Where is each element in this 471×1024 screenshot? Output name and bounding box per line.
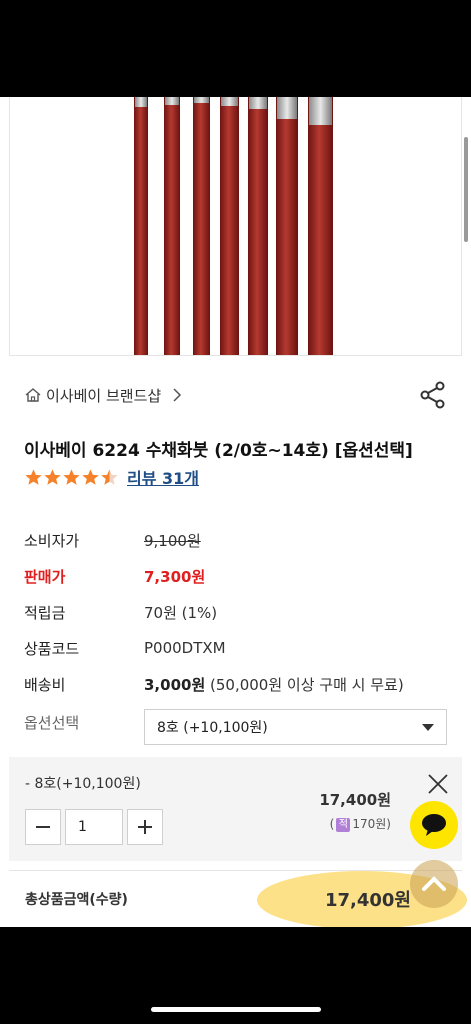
product-image [9, 97, 462, 356]
star-icon [82, 468, 99, 485]
selected-option-box: - 8호(+10,100원) 1 17,400원 (적 170원) [9, 757, 462, 861]
option-row: 옵션선택 8호 (+10,100원) [24, 709, 447, 745]
shipping-value: 3,000원 (50,000원 이상 구매 시 무료) [144, 674, 404, 695]
star-rating [24, 468, 119, 487]
close-icon[interactable] [427, 773, 449, 795]
star-icon [25, 468, 42, 485]
quantity-increase-button[interactable] [127, 809, 163, 845]
product-code-value: P000DTXM [144, 639, 226, 657]
caret-down-icon [422, 723, 434, 731]
quantity-stepper: 1 [25, 809, 163, 845]
home-icon [25, 388, 41, 402]
total-label: 총상품금액(수량) [25, 892, 128, 908]
product-code-row: 상품코드 P000DTXM [24, 630, 444, 666]
shipping-label: 배송비 [24, 675, 66, 694]
shipping-note: (50,000원 이상 구매 시 무료) [205, 675, 404, 694]
share-icon[interactable] [418, 381, 448, 409]
product-code-label: 상품코드 [24, 639, 80, 658]
points-open-paren: ( [329, 817, 335, 831]
selected-option-price: 17,400원 [319, 791, 391, 809]
product-info-table: 소비자가 9,100원 판매가 7,300원 적립금 70원 (1%) 상품코드… [24, 522, 444, 702]
consumer-price-row: 소비자가 9,100원 [24, 522, 444, 558]
consumer-price-label: 소비자가 [24, 531, 80, 550]
minus-icon [36, 826, 50, 828]
option-select-value: 8호 (+10,100원) [157, 720, 268, 736]
shipping-fee: 3,000원 [144, 675, 206, 694]
scroll-to-top-button[interactable] [410, 860, 458, 908]
brand-label: 이사베이 브랜드샵 [46, 386, 162, 405]
product-page: 이사베이 브랜드샵 이사베이 6224 수채화붓 (2/0호~14호) [옵션선… [0, 97, 471, 927]
consumer-price-value: 9,100원 [144, 531, 201, 550]
quantity-input[interactable]: 1 [65, 809, 123, 845]
kakao-chat-button[interactable] [410, 801, 458, 849]
review-link[interactable]: 리뷰 31개 [127, 465, 199, 489]
product-title: 이사베이 6224 수채화붓 (2/0호~14호) [옵션선택] [24, 441, 413, 461]
selected-option-name: - 8호(+10,100원) [25, 776, 141, 792]
chevron-right-icon [173, 388, 182, 402]
total-amount: 17,400원 [324, 890, 411, 911]
points-label: 적립금 [24, 603, 66, 622]
quantity-decrease-button[interactable] [25, 809, 61, 845]
sale-price-label: 판매가 [24, 567, 66, 586]
star-icon [63, 468, 80, 485]
scrollbar[interactable] [464, 137, 468, 242]
option-label: 옵션선택 [24, 713, 80, 732]
points-value: 70원 (1%) [144, 603, 218, 622]
star-icon [44, 468, 61, 485]
points-badge-icon: 적 [336, 817, 351, 832]
chat-bubble-icon [422, 814, 446, 836]
points-amount: 170원) [352, 817, 391, 831]
shipping-row: 배송비 3,000원 (50,000원 이상 구매 시 무료) [24, 666, 444, 702]
star-half-icon [101, 468, 118, 485]
rating-row: 리뷰 31개 [24, 465, 199, 489]
chevron-up-icon [422, 876, 446, 891]
sale-price-value: 7,300원 [144, 567, 206, 586]
status-bar-area [0, 0, 471, 97]
option-select[interactable]: 8호 (+10,100원) [144, 709, 447, 745]
points-row: 적립금 70원 (1%) [24, 594, 444, 630]
total-row: 총상품금액(수량) 17,400원 [9, 870, 467, 927]
plus-icon [138, 820, 152, 834]
selected-option-points: (적 170원) [299, 815, 391, 832]
brand-shop-link[interactable]: 이사베이 브랜드샵 [24, 381, 183, 409]
sale-price-row: 판매가 7,300원 [24, 558, 444, 594]
home-indicator[interactable] [151, 1007, 321, 1012]
